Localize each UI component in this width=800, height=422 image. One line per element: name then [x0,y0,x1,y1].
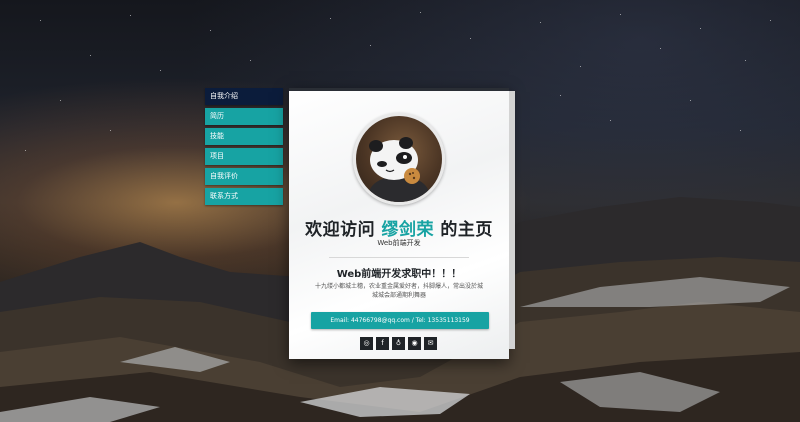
nav-item-intro[interactable]: 自我介绍 [205,88,283,105]
weibo-icon[interactable]: ◉ [408,337,421,350]
nav-item-resume[interactable]: 简历 [205,108,283,125]
nav-item-self-evaluation[interactable]: 自我评价 [205,168,283,185]
card-scrollbar[interactable] [509,91,515,349]
headline: Web前端开发求职中！！！ [336,269,462,280]
profile-card: 欢迎访问 缪剑荣 的主页 Web前端开发 Web前端开发求职中！！！ 十九缕小都… [289,88,515,359]
panda-avatar-icon [369,137,429,202]
contact-button[interactable]: Email: 44766798@qq.com / Tel: 1353511315… [311,312,489,329]
instagram-icon[interactable]: ◎ [360,337,373,350]
divider [329,257,469,258]
nav-item-skills[interactable]: 技能 [205,128,283,145]
social-links: ◎ f ♁ ◉ ✉ [360,337,437,350]
github-icon[interactable]: ♁ [392,337,405,350]
side-navigation: 自我介绍 简历 技能 项目 自我评价 联系方式 [205,88,283,208]
nav-item-projects[interactable]: 项目 [205,148,283,165]
avatar [353,113,445,205]
wechat-icon[interactable]: ✉ [424,337,437,350]
owner-name: 缪剑荣 [381,220,434,240]
nav-item-contact[interactable]: 联系方式 [205,188,283,205]
page-title: 欢迎访问 缪剑荣 的主页 [305,220,493,240]
facebook-icon[interactable]: f [376,337,389,350]
job-title: Web前端开发 [377,239,421,247]
description: 十九缕小都城土穗，农业重金属爱好者，抖脚爆人，常出没於城城城会部通期利舞器 [314,283,483,299]
